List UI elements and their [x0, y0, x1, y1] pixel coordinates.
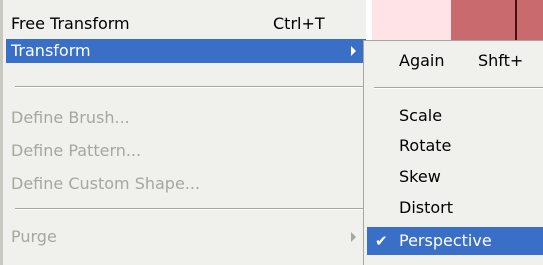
submenu-item-perspective[interactable]: ✔ Perspective [367, 227, 543, 255]
menu-item-label: Purge [11, 227, 57, 246]
submenu-item-label: Distort [399, 198, 454, 217]
submenu-item-shortcut: Shft+ [478, 51, 524, 70]
submenu-item-label: Again [399, 51, 445, 70]
menu-item-free-transform[interactable]: Free Transform Ctrl+T [6, 12, 366, 36]
submenu-arrow-icon [351, 232, 356, 242]
submenu-item-skew[interactable]: Skew [367, 163, 543, 191]
menu-item-label: Define Custom Shape... [11, 174, 201, 193]
menu-item-label: Free Transform [11, 14, 130, 33]
menu-item-label: Define Pattern... [11, 141, 142, 160]
submenu-item-scale[interactable]: Scale [367, 102, 543, 130]
menu-separator [15, 86, 365, 88]
checkmark-icon: ✔ [375, 232, 388, 250]
canvas-guide-line [515, 0, 517, 40]
submenu-arrow-icon [351, 46, 356, 56]
menu-item-shortcut: Ctrl+T [273, 14, 325, 33]
edit-menu: Free Transform Ctrl+T Transform Define B… [0, 0, 366, 265]
menu-item-define-brush[interactable]: Define Brush... [6, 106, 366, 130]
submenu-item-label: Perspective [399, 231, 492, 250]
submenu-item-label: Rotate [399, 136, 452, 155]
submenu-item-rotate[interactable]: Rotate [367, 132, 543, 160]
submenu-item-label: Scale [399, 106, 443, 125]
menu-item-define-pattern[interactable]: Define Pattern... [6, 139, 366, 163]
menu-item-transform[interactable]: Transform [6, 39, 366, 63]
menu-item-label: Transform [11, 41, 91, 60]
submenu-item-again[interactable]: Again Shft+ [367, 47, 543, 75]
submenu-item-distort[interactable]: Distort [367, 194, 543, 222]
submenu-separator [374, 87, 543, 89]
submenu-item-label: Skew [399, 167, 441, 186]
menu-separator [15, 208, 365, 210]
menu-item-label: Define Brush... [11, 108, 130, 127]
menu-item-define-custom-shape[interactable]: Define Custom Shape... [6, 172, 366, 196]
canvas-layer-block [451, 0, 543, 40]
transform-submenu: Again Shft+ Scale Rotate Skew Distort ✔ … [363, 40, 543, 265]
menu-item-purge[interactable]: Purge [6, 225, 366, 249]
